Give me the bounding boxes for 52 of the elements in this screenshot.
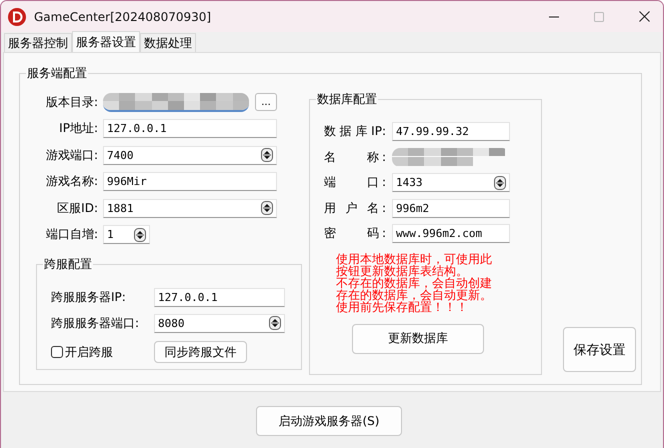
tab[interactable]: 服务器设置 — [72, 31, 140, 52]
spinner-icon[interactable] — [261, 148, 273, 162]
checkbox-label[interactable]: 开启跨服 — [65, 344, 113, 360]
start-server-button[interactable]: 启动游戏服务器(S) — [256, 406, 402, 436]
sync-button[interactable]: 同步跨服文件 — [154, 341, 247, 363]
spinner-icon[interactable] — [134, 228, 146, 242]
field-label: IP地址: — [58, 120, 99, 138]
input-field[interactable]: 47.99.99.32 — [392, 122, 510, 142]
tab[interactable]: 数据处理 — [140, 33, 196, 52]
field-label: 游戏名称: — [44, 173, 99, 190]
field-label: 密 码: — [324, 225, 386, 242]
app-icon — [8, 8, 26, 26]
field-label: 名 称: — [324, 148, 386, 166]
spin-field[interactable]: 1433 — [392, 173, 510, 192]
field-label: 跨服服务器IP: — [51, 288, 127, 306]
field-label: 端 口: — [324, 174, 386, 192]
warning-text: 存在的数据库，会自动更新。 — [336, 289, 493, 302]
update-database-button[interactable]: 更新数据库 — [352, 324, 484, 354]
spin-field[interactable]: 1 — [103, 225, 150, 244]
spin-field[interactable]: 8080 — [154, 314, 285, 332]
input-field[interactable]: 127.0.0.1 — [103, 119, 277, 138]
spin-field[interactable]: 1881 — [103, 198, 277, 218]
spinner-icon[interactable] — [261, 201, 273, 216]
field-label: 端口自增: — [44, 226, 99, 244]
spinner-icon[interactable] — [269, 316, 281, 330]
group-title: 跨服配置 — [43, 257, 93, 272]
field-label: 区服ID: — [56, 200, 99, 217]
warning-text: 使用前先保存配置！！！ — [336, 301, 468, 314]
spinner-icon[interactable] — [494, 176, 506, 190]
group-title: 数据库配置 — [316, 92, 378, 107]
warning-text: 使用本地数据库时，可使用此 — [336, 252, 493, 265]
browse-button[interactable]: ... — [255, 93, 277, 112]
field-label: 游戏端口: — [44, 146, 99, 164]
warning-text: 不存在的数据库，会自动创建 — [336, 276, 493, 290]
input-field[interactable]: 996Mir — [103, 172, 277, 192]
field-label: 用 户 名: — [324, 200, 386, 217]
minimize-icon[interactable] — [549, 16, 559, 18]
close-icon[interactable] — [639, 11, 650, 22]
input-field[interactable]: www.996m2.com — [392, 224, 510, 244]
spin-field[interactable]: 7400 — [103, 146, 277, 165]
field-label: 数据库IP: — [324, 123, 386, 140]
field-label: 版本目录: — [44, 94, 99, 111]
field-label: 跨服服务器端口: — [51, 314, 140, 332]
input-field[interactable]: 996m2 — [392, 198, 510, 218]
input-field[interactable]: 127.0.0.1 — [154, 288, 285, 306]
group-title: 服务端配置 — [26, 66, 88, 81]
checkbox[interactable] — [51, 346, 63, 358]
save-settings-button[interactable]: 保存设置 — [563, 327, 636, 372]
window-title: GameCenter[202408070930] — [34, 10, 212, 24]
warning-text: 按钮更新数据库表结构。 — [336, 264, 468, 277]
tab[interactable]: 服务器控制 — [4, 33, 72, 52]
maximize-icon — [594, 12, 604, 22]
